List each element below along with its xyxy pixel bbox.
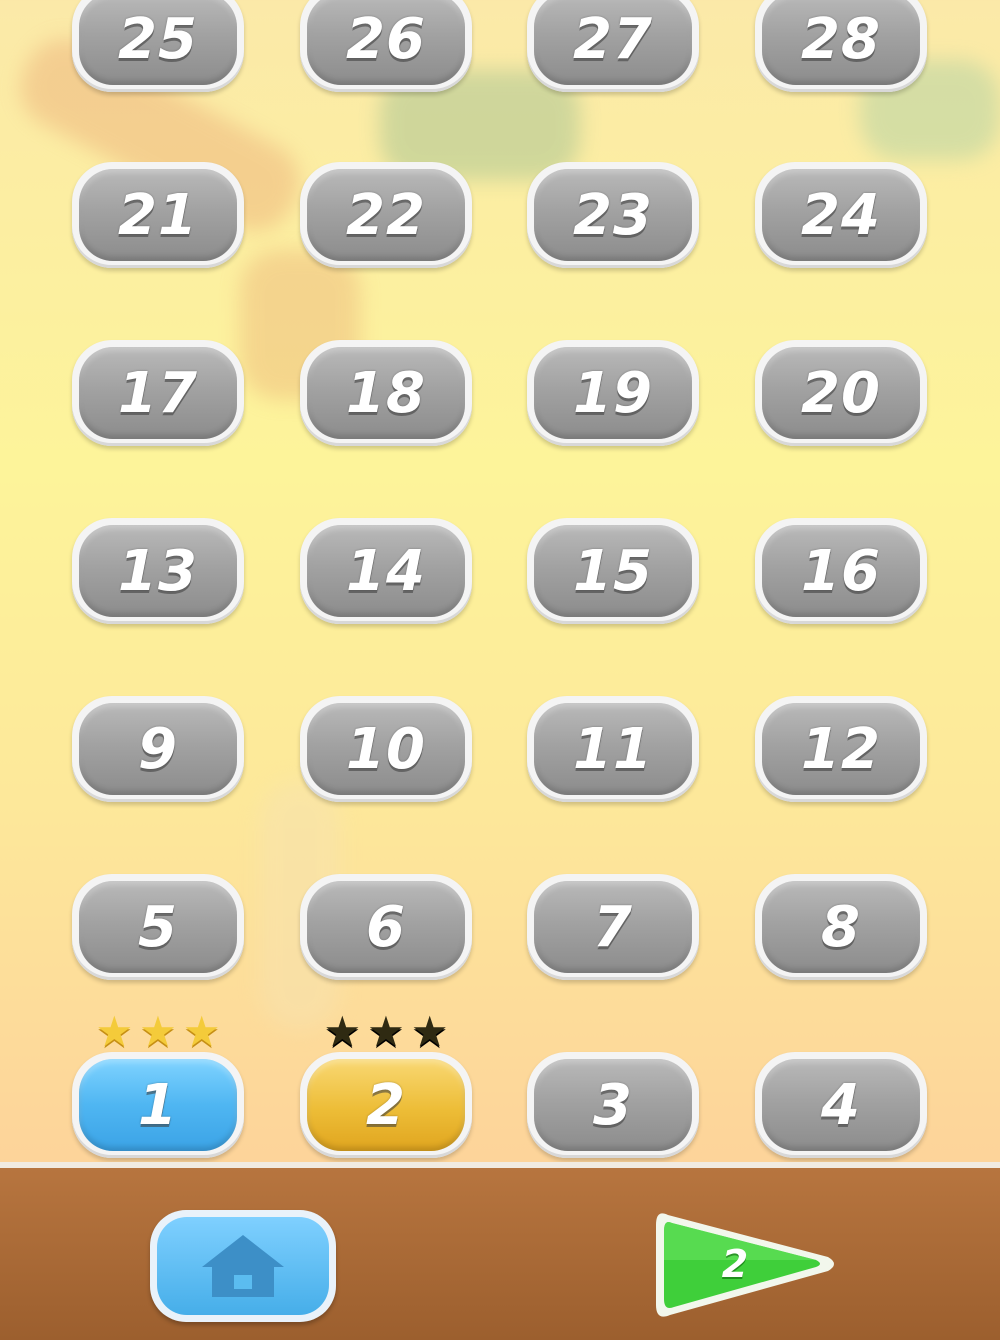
level-8-button[interactable]: 8 bbox=[755, 874, 927, 980]
level-tile-face: 24 bbox=[762, 169, 920, 261]
level-number: 23 bbox=[573, 182, 653, 248]
level-tile-face: 23 bbox=[534, 169, 692, 261]
level-number: 19 bbox=[573, 360, 653, 426]
level-number: 14 bbox=[346, 538, 426, 604]
level-tile-face: 3 bbox=[534, 1059, 692, 1151]
home-button[interactable] bbox=[150, 1210, 336, 1322]
level-tile-face: 22 bbox=[307, 169, 465, 261]
level-tile-face: 21 bbox=[79, 169, 237, 261]
level-10-button[interactable]: 10 bbox=[300, 696, 472, 802]
level-4-button[interactable]: 4 bbox=[755, 1052, 927, 1158]
home-icon bbox=[202, 1235, 284, 1297]
level-16-button[interactable]: 16 bbox=[755, 518, 927, 624]
level-number: 22 bbox=[346, 182, 426, 248]
next-level-button[interactable]: 2 bbox=[650, 1205, 840, 1323]
level-1-button[interactable]: 1 bbox=[72, 1052, 244, 1158]
level-tile-face: 4 bbox=[762, 1059, 920, 1151]
level-tile-face: 12 bbox=[762, 703, 920, 795]
level-23-button[interactable]: 23 bbox=[527, 162, 699, 268]
level-20-button[interactable]: 20 bbox=[755, 340, 927, 446]
level-number: 20 bbox=[801, 360, 881, 426]
level-number: 26 bbox=[346, 6, 426, 72]
level-tile-face: 1 bbox=[79, 1059, 237, 1151]
level-tile-face: 18 bbox=[307, 347, 465, 439]
level-tile-face: 9 bbox=[79, 703, 237, 795]
level-number: 28 bbox=[801, 6, 881, 72]
star-empty-icon: ★ bbox=[410, 1007, 449, 1056]
level-number: 21 bbox=[118, 182, 198, 248]
level-tile-face: 20 bbox=[762, 347, 920, 439]
level-tile-face: 10 bbox=[307, 703, 465, 795]
level-tile-face: 27 bbox=[534, 0, 692, 85]
level-17-button[interactable]: 17 bbox=[72, 340, 244, 446]
level-number: 7 bbox=[593, 894, 633, 960]
level-number: 18 bbox=[346, 360, 426, 426]
level-number: 17 bbox=[118, 360, 198, 426]
level-25-button[interactable]: 25 bbox=[72, 0, 244, 92]
level-tile-face: 28 bbox=[762, 0, 920, 85]
level-2-button[interactable]: 2 bbox=[300, 1052, 472, 1158]
level-number: 27 bbox=[573, 6, 653, 72]
level-tile-face: 8 bbox=[762, 881, 920, 973]
level-number: 5 bbox=[138, 894, 178, 960]
level-number: 13 bbox=[118, 538, 198, 604]
level-13-button[interactable]: 13 bbox=[72, 518, 244, 624]
level-27-button[interactable]: 27 bbox=[527, 0, 699, 92]
level-15-button[interactable]: 15 bbox=[527, 518, 699, 624]
level-tile-face: 2 bbox=[307, 1059, 465, 1151]
level-18-button[interactable]: 18 bbox=[300, 340, 472, 446]
star-filled-icon: ★ bbox=[95, 1007, 134, 1056]
level-14-button[interactable]: 14 bbox=[300, 518, 472, 624]
star-filled-icon: ★ bbox=[139, 1007, 177, 1056]
level-grid: 25 26 27 28 21 22 23 24 17 18 19 20 13 14 15 16 9 10 11 12 5… bbox=[0, 0, 1000, 1160]
level-24-button[interactable]: 24 bbox=[755, 162, 927, 268]
level-number: 2 bbox=[366, 1072, 406, 1138]
level-number: 25 bbox=[118, 6, 198, 72]
level-number: 11 bbox=[573, 716, 653, 782]
level-tile-face: 25 bbox=[79, 0, 237, 85]
level-tile-face: 5 bbox=[79, 881, 237, 973]
level-number: 16 bbox=[801, 538, 881, 604]
level-number: 15 bbox=[573, 538, 653, 604]
level-number: 4 bbox=[821, 1072, 861, 1138]
level-11-button[interactable]: 11 bbox=[527, 696, 699, 802]
level-tile-face: 6 bbox=[307, 881, 465, 973]
level-1-stars: ★ ★ ★ bbox=[68, 1007, 248, 1056]
level-tile-face: 19 bbox=[534, 347, 692, 439]
level-number: 24 bbox=[801, 182, 881, 248]
star-filled-icon: ★ bbox=[182, 1007, 221, 1056]
level-tile-face: 7 bbox=[534, 881, 692, 973]
next-level-number: 2 bbox=[721, 1242, 749, 1286]
level-28-button[interactable]: 28 bbox=[755, 0, 927, 92]
level-12-button[interactable]: 12 bbox=[755, 696, 927, 802]
level-number: 1 bbox=[138, 1072, 178, 1138]
level-number: 3 bbox=[593, 1072, 633, 1138]
level-2-stars: ★ ★ ★ bbox=[296, 1007, 476, 1056]
level-7-button[interactable]: 7 bbox=[527, 874, 699, 980]
star-empty-icon: ★ bbox=[323, 1007, 362, 1056]
level-number: 10 bbox=[346, 716, 426, 782]
level-6-button[interactable]: 6 bbox=[300, 874, 472, 980]
level-tile-face: 16 bbox=[762, 525, 920, 617]
level-tile-face: 13 bbox=[79, 525, 237, 617]
level-number: 12 bbox=[801, 716, 881, 782]
level-21-button[interactable]: 21 bbox=[72, 162, 244, 268]
level-tile-face: 15 bbox=[534, 525, 692, 617]
level-22-button[interactable]: 22 bbox=[300, 162, 472, 268]
level-3-button[interactable]: 3 bbox=[527, 1052, 699, 1158]
level-number: 8 bbox=[821, 894, 861, 960]
level-tile-face: 14 bbox=[307, 525, 465, 617]
level-tile-face: 26 bbox=[307, 0, 465, 85]
level-tile-face: 11 bbox=[534, 703, 692, 795]
star-empty-icon: ★ bbox=[367, 1007, 405, 1056]
level-number: 9 bbox=[138, 716, 178, 782]
level-tile-face: 17 bbox=[79, 347, 237, 439]
level-26-button[interactable]: 26 bbox=[300, 0, 472, 92]
level-number: 6 bbox=[366, 894, 406, 960]
level-5-button[interactable]: 5 bbox=[72, 874, 244, 980]
level-9-button[interactable]: 9 bbox=[72, 696, 244, 802]
level-19-button[interactable]: 19 bbox=[527, 340, 699, 446]
